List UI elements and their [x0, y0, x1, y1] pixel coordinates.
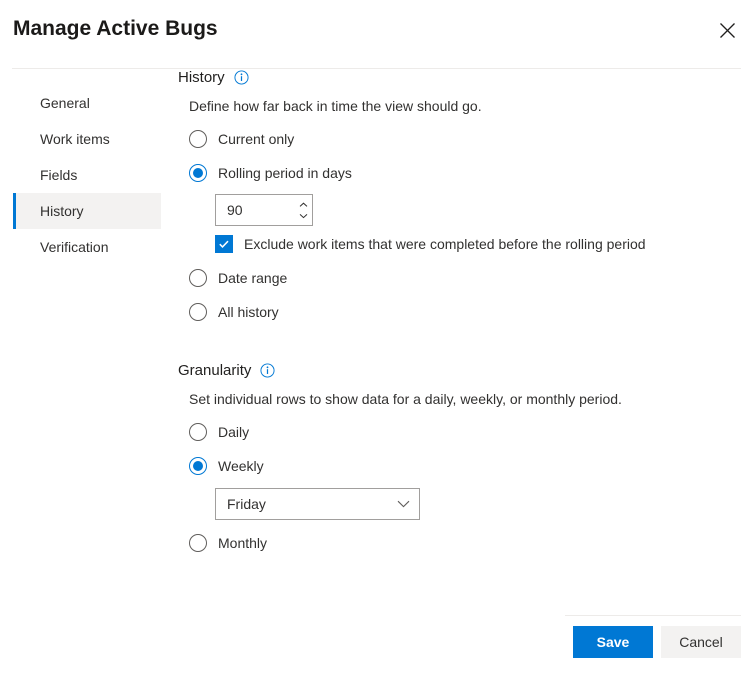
radio-label: Weekly — [218, 458, 264, 474]
stepper-arrows — [295, 195, 312, 225]
radio-mark — [189, 269, 207, 287]
radio-mark — [189, 130, 207, 148]
granularity-description: Set individual rows to show data for a d… — [189, 391, 738, 407]
info-icon[interactable] — [260, 363, 275, 378]
radio-label: Rolling period in days — [218, 165, 352, 181]
chevron-down-icon — [397, 495, 410, 513]
weekday-dropdown-value: Friday — [227, 496, 266, 512]
info-icon[interactable] — [234, 70, 249, 85]
radio-rolling-period[interactable]: Rolling period in days — [189, 158, 738, 188]
save-button[interactable]: Save — [573, 626, 653, 658]
checkbox-mark — [215, 235, 233, 253]
sidebar-nav: General Work items Fields History Verifi… — [13, 85, 161, 265]
sidebar-item-label: Verification — [40, 239, 108, 255]
radio-mark — [189, 423, 207, 441]
checkbox-label: Exclude work items that were completed b… — [244, 236, 646, 252]
weekday-dropdown[interactable]: Friday — [215, 488, 420, 520]
sidebar-item-fields[interactable]: Fields — [13, 157, 161, 193]
settings-content: History Define how far back in time the … — [178, 69, 738, 558]
dialog-footer: Save Cancel — [0, 615, 753, 684]
history-heading: History — [178, 69, 225, 86]
radio-all-history[interactable]: All history — [189, 297, 738, 327]
radio-mark — [189, 164, 207, 182]
footer-divider — [565, 615, 741, 616]
page-title: Manage Active Bugs — [13, 17, 218, 41]
radio-label: Current only — [218, 131, 294, 147]
sidebar-item-label: Work items — [40, 131, 110, 147]
radio-current-only[interactable]: Current only — [189, 124, 738, 154]
radio-mark — [189, 534, 207, 552]
radio-date-range[interactable]: Date range — [189, 263, 738, 293]
stepper-increment-button[interactable] — [299, 199, 308, 210]
footer-button-group: Save Cancel — [573, 626, 741, 658]
close-button[interactable] — [708, 13, 746, 47]
radio-weekly[interactable]: Weekly — [189, 451, 738, 481]
dialog-body: General Work items Fields History Verifi… — [0, 69, 753, 615]
radio-label: Date range — [218, 270, 287, 286]
radio-monthly[interactable]: Monthly — [189, 528, 738, 558]
sidebar-item-work-items[interactable]: Work items — [13, 121, 161, 157]
radio-mark — [189, 457, 207, 475]
rolling-days-input[interactable] — [216, 195, 295, 225]
sidebar-item-label: Fields — [40, 167, 77, 183]
sidebar-item-verification[interactable]: Verification — [13, 229, 161, 265]
sidebar-item-label: History — [40, 203, 84, 219]
sidebar-item-history[interactable]: History — [13, 193, 161, 229]
history-section-header: History — [178, 69, 738, 86]
stepper-decrement-button[interactable] — [299, 210, 308, 221]
radio-daily[interactable]: Daily — [189, 417, 738, 447]
sidebar-item-general[interactable]: General — [13, 85, 161, 121]
sidebar-item-label: General — [40, 95, 90, 111]
granularity-section-header: Granularity — [178, 362, 738, 379]
history-description: Define how far back in time the view sho… — [189, 98, 738, 114]
radio-mark — [189, 303, 207, 321]
radio-label: All history — [218, 304, 279, 320]
radio-label: Daily — [218, 424, 249, 440]
dialog-header: Manage Active Bugs — [0, 0, 753, 69]
granularity-heading: Granularity — [178, 362, 251, 379]
exclude-completed-checkbox[interactable]: Exclude work items that were completed b… — [215, 235, 738, 253]
granularity-section: Granularity Set individual rows to show … — [178, 362, 738, 558]
radio-label: Monthly — [218, 535, 267, 551]
rolling-days-stepper[interactable] — [215, 194, 313, 226]
cancel-button[interactable]: Cancel — [661, 626, 741, 658]
close-icon — [719, 22, 736, 39]
